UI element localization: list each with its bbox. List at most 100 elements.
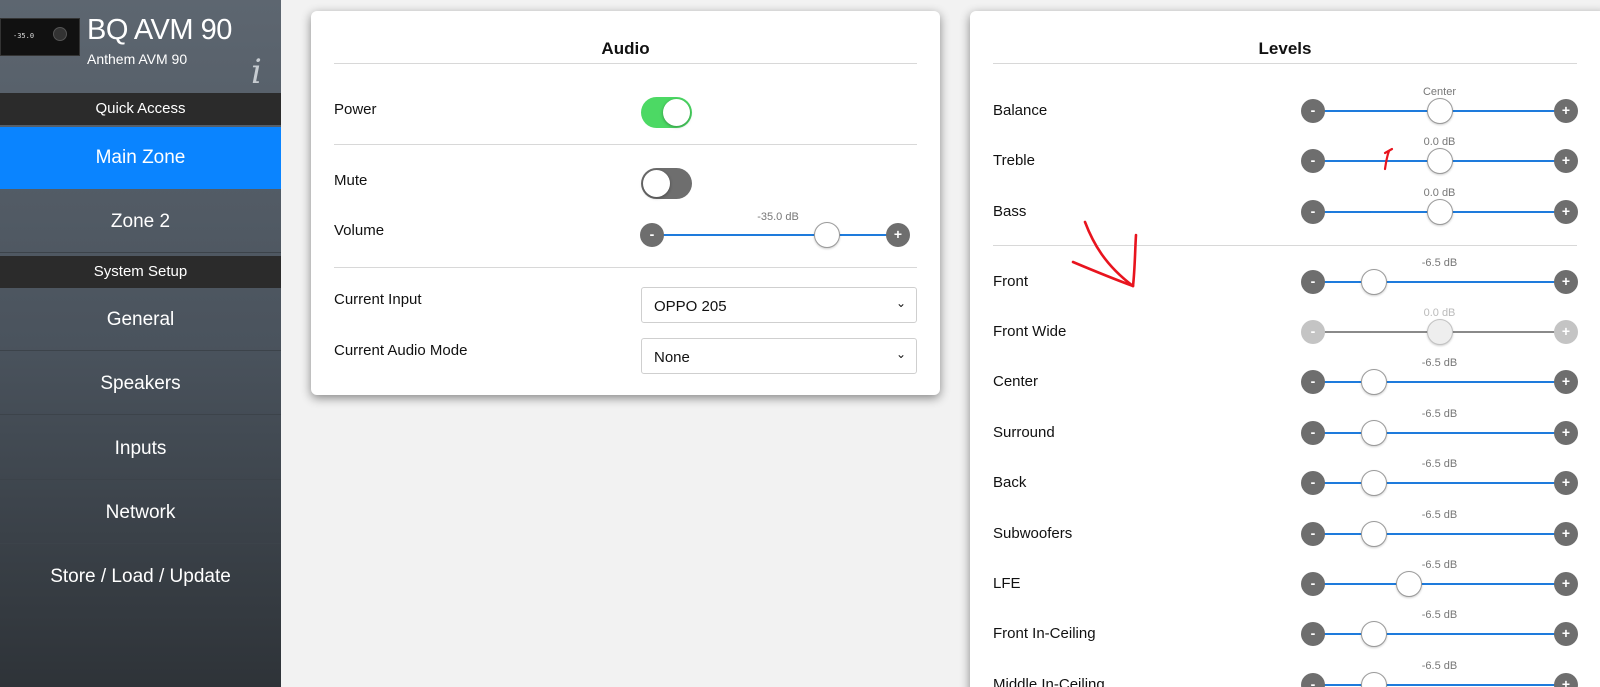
- device-model: Anthem AVM 90: [87, 51, 188, 67]
- level-slider-subwoofers[interactable]: - +: [1301, 521, 1578, 547]
- level-decrease-button-back[interactable]: -: [1301, 471, 1325, 495]
- level-label-back: Back: [993, 474, 1027, 491]
- volume-increase-button[interactable]: +: [886, 223, 910, 247]
- level-slider-track: [1313, 633, 1566, 635]
- sidebar-item-inputs[interactable]: Inputs: [0, 418, 281, 480]
- level-slider-surround[interactable]: - +: [1301, 420, 1578, 446]
- level-label-balance: Balance: [993, 102, 1048, 119]
- level-slider-track: [1313, 583, 1566, 585]
- sidebar-item-store-load-update[interactable]: Store / Load / Update: [0, 546, 281, 608]
- volume-knob-image: [53, 27, 67, 41]
- audio-card-title: Audio: [601, 39, 650, 58]
- level-slider-lfe[interactable]: - +: [1301, 571, 1578, 597]
- level-slider-thumb-treble[interactable]: [1426, 148, 1453, 174]
- sidebar-item-speakers[interactable]: Speakers: [0, 353, 281, 415]
- level-slider-thumb-front[interactable]: [1360, 269, 1387, 295]
- level-increase-button-back[interactable]: +: [1554, 471, 1578, 495]
- level-increase-button-surround[interactable]: +: [1554, 421, 1578, 445]
- level-label-center: Center: [993, 373, 1039, 390]
- level-label-bass: Bass: [993, 203, 1027, 220]
- level-slider-thumb-lfe[interactable]: [1396, 571, 1423, 597]
- levels-card: Levels Balance Center - + Treble 0.0 dB - + Bass…: [970, 11, 1600, 687]
- current-input-select[interactable]: OPPO 205 ⌄: [641, 287, 917, 323]
- level-slider-balance[interactable]: - +: [1301, 98, 1578, 124]
- volume-slider-thumb[interactable]: [813, 222, 840, 248]
- level-slider-thumb-front-in-ceiling[interactable]: [1360, 621, 1387, 647]
- level-increase-button-front[interactable]: +: [1554, 270, 1578, 294]
- sidebar-item-main-zone[interactable]: Main Zone: [0, 127, 281, 189]
- level-increase-button-lfe[interactable]: +: [1554, 572, 1578, 596]
- level-decrease-button-subwoofers[interactable]: -: [1301, 522, 1325, 546]
- level-slider-back[interactable]: - +: [1301, 470, 1578, 496]
- chevron-down-icon: ⌄: [895, 347, 906, 361]
- level-decrease-button-surround[interactable]: -: [1301, 421, 1325, 445]
- sidebar: -35.0 BQ AVM 90 Anthem AVM 90 i Quick Ac…: [0, 0, 281, 687]
- level-increase-button-balance[interactable]: +: [1554, 99, 1578, 123]
- level-increase-button-bass[interactable]: +: [1554, 200, 1578, 224]
- volume-slider[interactable]: - +: [640, 222, 910, 248]
- level-slider-track: [1313, 381, 1566, 383]
- level-decrease-button-front-in-ceiling[interactable]: -: [1301, 622, 1325, 646]
- level-slider-track: [1313, 482, 1566, 484]
- level-decrease-button-bass[interactable]: -: [1301, 200, 1325, 224]
- volume-decrease-button[interactable]: -: [640, 223, 664, 247]
- device-thumbnail: -35.0: [0, 18, 80, 56]
- level-slider-track: [1313, 684, 1566, 686]
- level-label-middle-in-ceiling: Middle In-Ceiling: [993, 676, 1105, 687]
- level-label-front: Front: [993, 273, 1029, 290]
- level-decrease-button-front[interactable]: -: [1301, 270, 1325, 294]
- level-decrease-button-lfe[interactable]: -: [1301, 572, 1325, 596]
- power-toggle[interactable]: [641, 97, 692, 128]
- device-display-readout: -35.0: [13, 32, 35, 40]
- level-slider-front-in-ceiling[interactable]: - +: [1301, 621, 1578, 647]
- level-decrease-button-treble[interactable]: -: [1301, 149, 1325, 173]
- level-slider-thumb-surround[interactable]: [1360, 420, 1387, 446]
- power-label: Power: [334, 101, 377, 118]
- level-slider-middle-in-ceiling[interactable]: - +: [1301, 672, 1578, 687]
- quick-access-header: Quick Access: [0, 93, 281, 125]
- level-slider-thumb-front-wide: [1426, 319, 1453, 345]
- level-slider-thumb-middle-in-ceiling[interactable]: [1360, 672, 1387, 687]
- level-increase-button-subwoofers[interactable]: +: [1554, 522, 1578, 546]
- level-increase-button-front-in-ceiling[interactable]: +: [1554, 622, 1578, 646]
- level-label-surround: Surround: [993, 424, 1055, 441]
- divider: [993, 63, 1577, 64]
- level-slider-track: [1313, 533, 1566, 535]
- current-audio-mode-select[interactable]: None ⌄: [641, 338, 917, 374]
- level-label-treble: Treble: [993, 152, 1035, 169]
- level-value-lfe: -6.5 dB: [1421, 559, 1458, 571]
- level-slider-thumb-balance[interactable]: [1426, 98, 1453, 124]
- volume-label: Volume: [334, 222, 385, 239]
- power-toggle-knob: [663, 99, 690, 126]
- level-slider-center[interactable]: - +: [1301, 369, 1578, 395]
- sidebar-item-general[interactable]: General: [0, 289, 281, 351]
- sidebar-item-network[interactable]: Network: [0, 482, 281, 544]
- level-slider-thumb-back[interactable]: [1360, 470, 1387, 496]
- current-input-value: OPPO 205: [654, 298, 727, 315]
- level-slider-thumb-subwoofers[interactable]: [1360, 521, 1387, 547]
- level-increase-button-treble[interactable]: +: [1554, 149, 1578, 173]
- sidebar-item-zone-2[interactable]: Zone 2: [0, 191, 281, 253]
- level-slider-thumb-center[interactable]: [1360, 369, 1387, 395]
- mute-toggle-knob: [643, 170, 670, 197]
- level-increase-button-center[interactable]: +: [1554, 370, 1578, 394]
- level-slider-treble[interactable]: - +: [1301, 148, 1578, 174]
- level-decrease-button-balance[interactable]: -: [1301, 99, 1325, 123]
- level-value-front: -6.5 dB: [1421, 257, 1458, 269]
- level-decrease-button-middle-in-ceiling[interactable]: -: [1301, 673, 1325, 687]
- device-header: -35.0 BQ AVM 90 Anthem AVM 90 i: [0, 0, 281, 93]
- level-value-bass: 0.0 dB: [1423, 187, 1456, 199]
- level-slider-bass[interactable]: - +: [1301, 199, 1578, 225]
- current-audio-mode-label: Current Audio Mode: [334, 342, 468, 359]
- level-decrease-button-center[interactable]: -: [1301, 370, 1325, 394]
- level-increase-button-middle-in-ceiling[interactable]: +: [1554, 673, 1578, 687]
- level-slider-track: [1313, 281, 1566, 283]
- mute-toggle[interactable]: [641, 168, 692, 199]
- current-audio-mode-value: None: [654, 349, 690, 366]
- level-slider-front[interactable]: - +: [1301, 269, 1578, 295]
- level-slider-thumb-bass[interactable]: [1426, 199, 1453, 225]
- level-value-subwoofers: -6.5 dB: [1421, 509, 1458, 521]
- info-icon[interactable]: i: [251, 54, 262, 90]
- level-label-subwoofers: Subwoofers: [993, 525, 1073, 542]
- levels-card-title: Levels: [1258, 39, 1312, 58]
